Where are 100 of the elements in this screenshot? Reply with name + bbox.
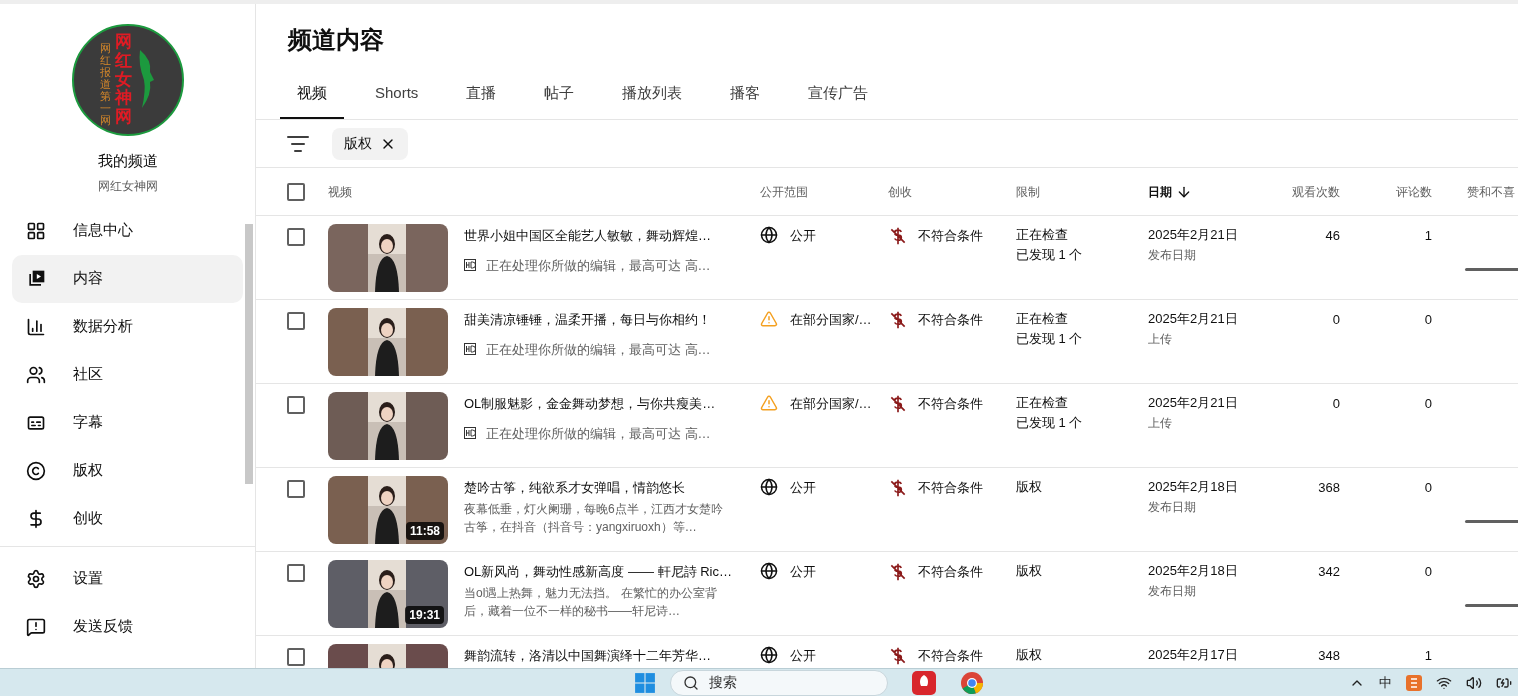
checkbox[interactable] xyxy=(287,480,305,498)
view-count: 348 xyxy=(1318,647,1340,665)
comment-count: 0 xyxy=(1424,311,1432,329)
monetization-status[interactable]: 不符合条件 xyxy=(918,310,983,330)
nav-item[interactable]: 数据分析 xyxy=(12,302,243,351)
feedback-icon xyxy=(26,616,46,637)
checkbox[interactable] xyxy=(287,648,305,666)
column-header[interactable]: 限制 xyxy=(1016,182,1040,201)
checkbox[interactable] xyxy=(287,228,305,246)
channel-handle: 网红女神网 xyxy=(97,177,158,195)
video-date: 2025年2月21日 xyxy=(1148,394,1239,412)
view-count: 368 xyxy=(1318,479,1340,497)
filter-chip[interactable]: 版权 xyxy=(332,127,408,160)
view-count: 0 xyxy=(1332,395,1340,413)
globe-icon xyxy=(760,478,778,496)
nav-item[interactable]: 版权 xyxy=(12,446,243,495)
monetization-status[interactable]: 不符合条件 xyxy=(918,226,983,246)
checkbox[interactable] xyxy=(287,564,305,582)
tab[interactable]: 宣传广告 xyxy=(791,70,886,119)
checkbox[interactable] xyxy=(287,182,305,201)
column-header[interactable]: 公开范围 xyxy=(760,182,808,201)
tab[interactable]: Shorts xyxy=(358,70,436,119)
video-title[interactable]: OL新风尚，舞动性感新高度 —— 軒尼詩 Ric… xyxy=(464,562,732,582)
monetization-status[interactable]: 不符合条件 xyxy=(918,646,983,666)
video-date: 2025年2月21日 xyxy=(1148,226,1239,244)
comment-count: 1 xyxy=(1424,227,1432,245)
visibility-label[interactable]: 公开 xyxy=(790,478,816,498)
rocket-app-icon[interactable] xyxy=(912,670,936,695)
video-title[interactable]: 世界小姐中国区全能艺人敏敏，舞动辉煌… xyxy=(464,226,711,246)
column-header[interactable]: 视频 xyxy=(328,182,352,201)
column-header[interactable]: 评论数 xyxy=(1396,182,1432,201)
table-row[interactable]: OL制服魅影，金金舞动梦想，与你共瘦美… 正在处理你所做的编辑，最高可达 高… 在部分国家/… 不符合条件 正在检查 已发现 1 个 2025年2月21日 上传 0 0 xyxy=(256,384,1518,468)
view-count: 342 xyxy=(1318,563,1340,581)
table-row[interactable]: 11:58 楚吟古筝，纯欲系才女弹唱，情韵悠长 夜幕低垂，灯火阑珊，每晚6点半，江西才女楚吟古筝，在抖音（抖音号：yangxiruoxh）等… 公开 不符合条件 版权 2025年2月18日 发布日期 368 0 xyxy=(256,468,1518,552)
tab[interactable]: 播客 xyxy=(713,70,778,119)
nav-item[interactable]: 内容 xyxy=(12,254,243,303)
column-header[interactable]: 日期 xyxy=(1148,182,1172,201)
monetization-status[interactable]: 不符合条件 xyxy=(918,394,983,414)
nav-item[interactable]: 创收 xyxy=(12,494,243,543)
video-duration: 11:58 xyxy=(405,522,444,540)
restriction-text: 正在检查 xyxy=(1016,394,1069,412)
date-type: 上传 xyxy=(1148,331,1173,348)
nav-item[interactable]: 社区 xyxy=(12,350,243,399)
volume-icon[interactable] xyxy=(1466,674,1482,691)
monetization-status[interactable]: 不符合条件 xyxy=(918,478,983,498)
no-dollar-icon xyxy=(888,562,908,582)
monetization-status[interactable]: 不符合条件 xyxy=(918,562,983,582)
visibility-label[interactable]: 公开 xyxy=(790,562,816,582)
dashboard-icon xyxy=(26,220,46,241)
taskbar-search-field[interactable]: 搜索 xyxy=(670,669,888,696)
video-date: 2025年2月17日 xyxy=(1148,646,1239,664)
comment-count: 1 xyxy=(1424,647,1432,665)
restriction-text: 正在检查 xyxy=(1016,226,1069,244)
input-method-indicator[interactable]: 中 xyxy=(1379,672,1392,693)
date-type: 发布日期 xyxy=(1148,247,1197,264)
visibility-label[interactable]: 在部分国家/… xyxy=(790,394,872,414)
nav-item[interactable]: 字幕 xyxy=(12,398,243,447)
video-date: 2025年2月18日 xyxy=(1148,478,1239,496)
table-row[interactable]: 世界小姐中国区全能艺人敏敏，舞动辉煌… 正在处理你所做的编辑，最高可达 高… 公开 不符合条件 正在检查 已发现 1 个 2025年2月21日 发布日期 46 1 xyxy=(256,216,1518,300)
column-header[interactable]: 观看次数 xyxy=(1292,182,1340,201)
people-icon xyxy=(26,364,46,385)
hd-icon xyxy=(464,259,476,272)
video-description: 当ol遇上热舞，魅力无法挡。 在繁忙的办公室背后，藏着一位不一样的秘书——轩尼诗… xyxy=(464,584,718,620)
browser-icon[interactable] xyxy=(960,670,984,695)
table-row[interactable]: 19:31 OL新风尚，舞动性感新高度 —— 軒尼詩 Ric… 当ol遇上热舞，魅力无法挡。 在繁忙的办公室背后，藏着一位不一样的秘书——轩尼诗… 公开 不符合条件 版权 2025年2月18日 发布日期 342 0 xyxy=(256,552,1518,636)
nav-item[interactable]: 信息中心 xyxy=(12,206,243,255)
channel-name: 我的频道 xyxy=(97,151,158,171)
warning-icon xyxy=(760,310,778,328)
table-row[interactable]: 甜美清凉锤锤，温柔开播，每日与你相约！ 正在处理你所做的编辑，最高可达 高… 在部分国家/… 不符合条件 正在检查 已发现 1 个 2025年2月21日 上传 0 0 xyxy=(256,300,1518,384)
video-title[interactable]: OL制服魅影，金金舞动梦想，与你共瘦美… xyxy=(464,394,716,414)
checkbox[interactable] xyxy=(287,396,305,414)
globe-icon xyxy=(760,562,778,580)
no-dollar-icon xyxy=(888,394,908,414)
nav-item[interactable]: 设置 xyxy=(12,554,255,603)
video-title[interactable]: 楚吟古筝，纯欲系才女弹唱，情韵悠长 xyxy=(464,478,685,498)
hd-icon xyxy=(464,343,476,356)
tab[interactable]: 播放列表 xyxy=(605,70,700,119)
tab[interactable]: 直播 xyxy=(449,70,514,119)
no-dollar-icon xyxy=(888,226,908,246)
comment-count: 0 xyxy=(1424,395,1432,413)
visibility-label[interactable]: 公开 xyxy=(790,226,816,246)
tab[interactable]: 视频 xyxy=(280,70,344,119)
restriction-text: 已发现 1 个 xyxy=(1016,330,1084,348)
restriction-text: 版权 xyxy=(1016,478,1043,496)
visibility-label[interactable]: 公开 xyxy=(790,646,816,666)
video-title[interactable]: 甜美清凉锤锤，温柔开播，每日与你相约！ xyxy=(464,310,711,330)
column-header[interactable]: 赞和不喜 xyxy=(1467,182,1515,201)
column-header[interactable]: 创收 xyxy=(888,182,912,201)
video-title[interactable]: 舞韵流转，洛清以中国舞演绎十二年芳华… xyxy=(464,646,711,666)
processing-note: 正在处理你所做的编辑，最高可达 高… xyxy=(486,256,711,275)
checkbox[interactable] xyxy=(287,312,305,330)
tab[interactable]: 帖子 xyxy=(527,70,592,119)
scrollbar-thumb[interactable] xyxy=(245,224,253,484)
page-title: 频道内容 xyxy=(288,25,384,55)
nav-item[interactable]: 发送反馈 xyxy=(12,602,255,651)
logo-slogan: 网红报道第一网 xyxy=(99,41,111,127)
no-dollar-icon xyxy=(888,478,908,498)
windows-start-icon[interactable] xyxy=(634,671,656,694)
restriction-text: 版权 xyxy=(1016,562,1043,580)
visibility-label[interactable]: 在部分国家/… xyxy=(790,310,872,330)
